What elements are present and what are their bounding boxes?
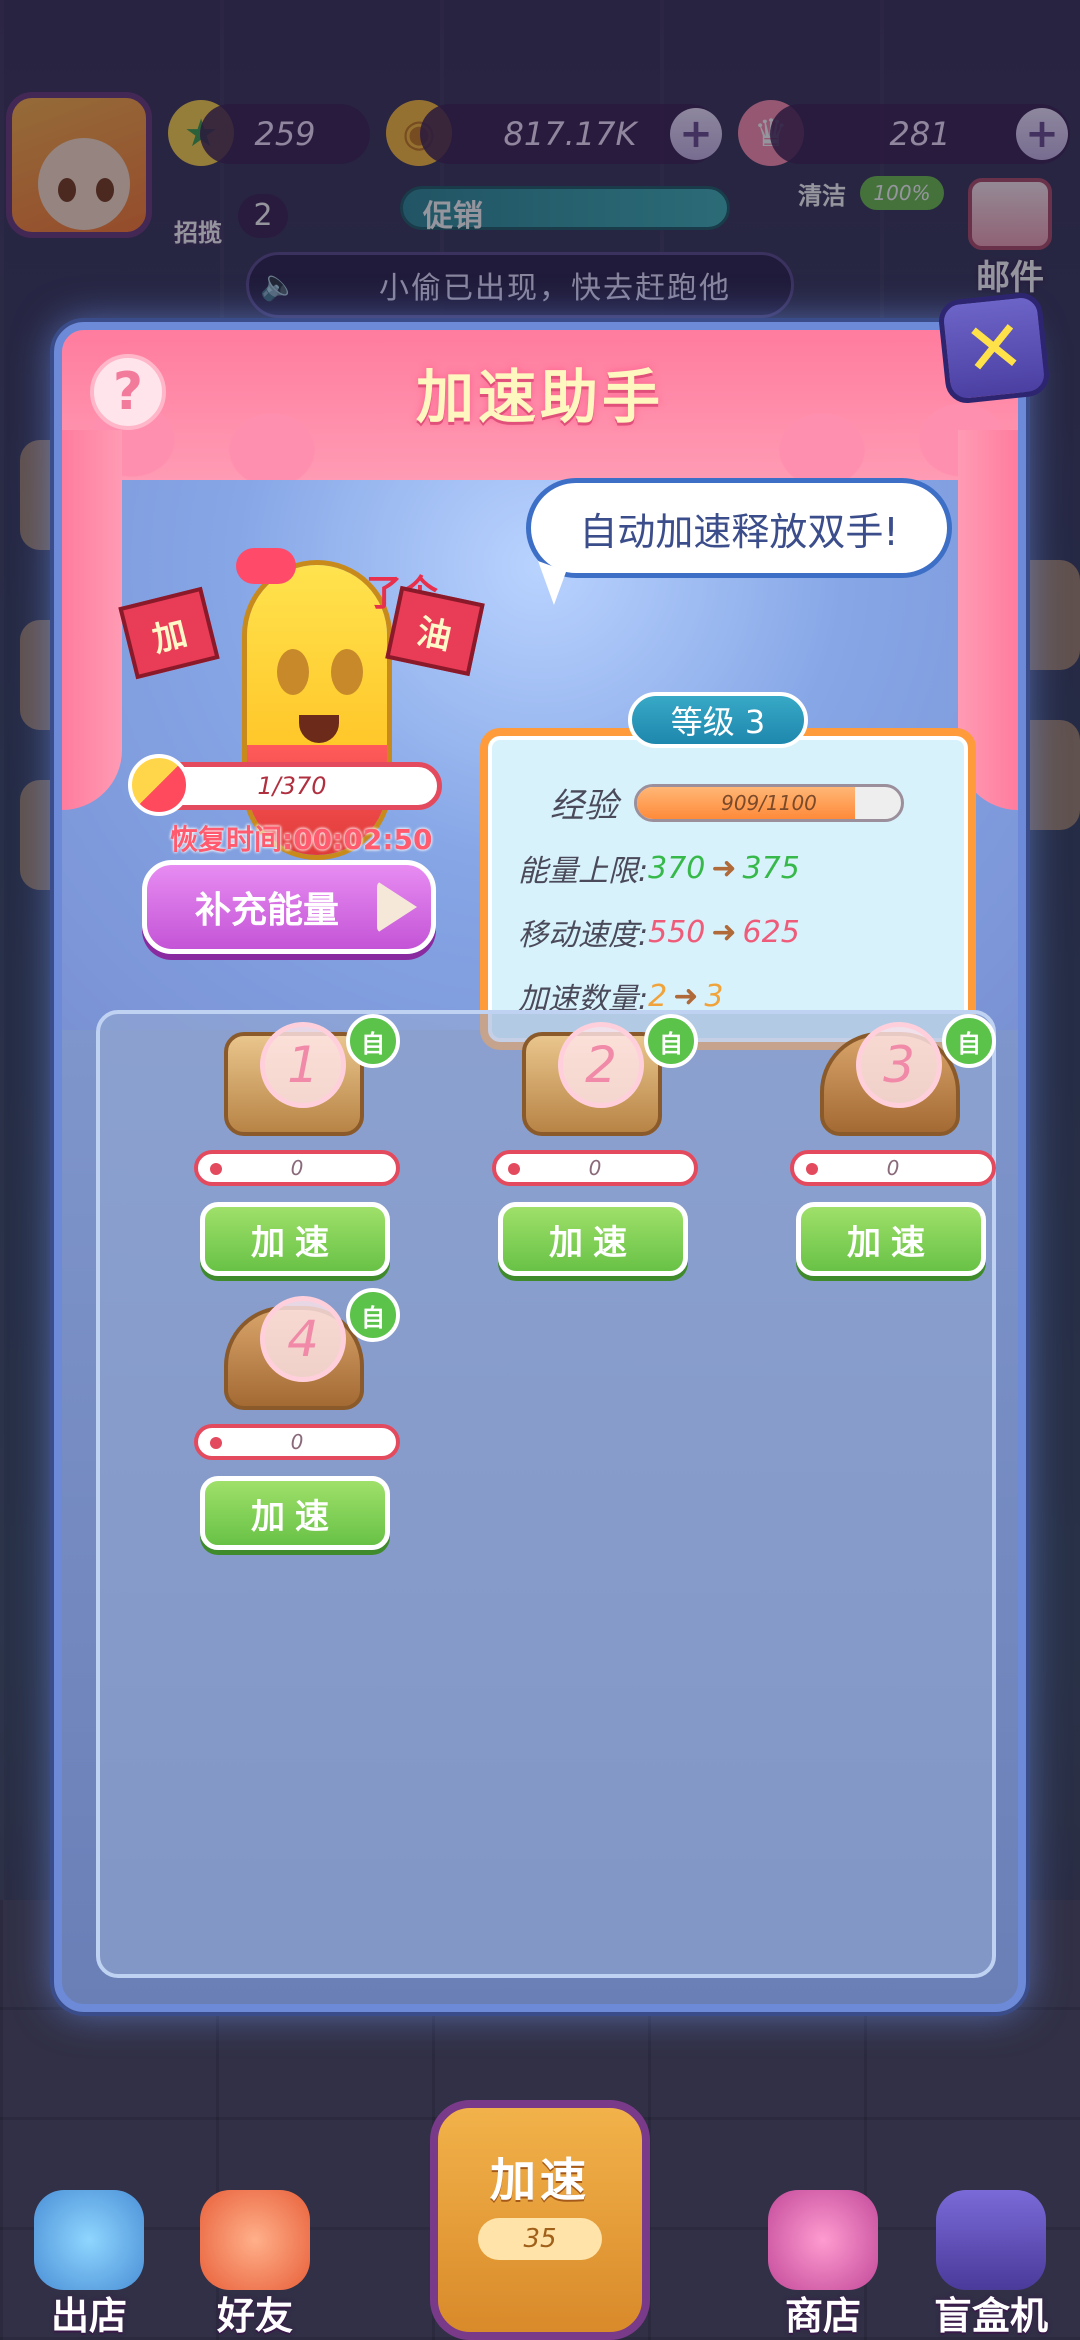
arrow-right-icon: ➜	[673, 978, 699, 1014]
bow-icon	[236, 548, 296, 584]
shop-icon	[768, 2190, 878, 2290]
slot-number: 3	[856, 1022, 942, 1108]
refill-energy-label: 补充能量	[195, 890, 340, 931]
speed-assistant-dialog: ? 加速助手 自动加速释放双手! 了个 加 油 1/370 恢复时间:00:02…	[54, 322, 1026, 2012]
vending-machine-icon	[936, 2190, 1046, 2290]
level-badge: 等级 3	[628, 692, 808, 748]
auto-badge[interactable]: 自	[942, 1014, 996, 1068]
slot-progress: 0	[194, 1150, 400, 1186]
worker-slot: 1 自 0 加速	[194, 1014, 400, 1276]
arrow-right-icon: ➜	[711, 914, 737, 950]
main-speed-up-button[interactable]: 加速 35	[430, 2100, 650, 2340]
slot-progress: 0	[492, 1150, 698, 1186]
exp-value: 909/1100	[721, 790, 817, 815]
speech-bubble: 自动加速释放双手!	[526, 478, 952, 578]
close-icon[interactable]: ✕	[936, 290, 1052, 406]
arrow-right-icon: ➜	[711, 850, 737, 886]
speed-up-count: 35	[478, 2218, 602, 2260]
curtain-left	[62, 430, 122, 810]
slot-number: 1	[260, 1022, 346, 1108]
energy-pill-icon	[128, 754, 190, 816]
dialog-title: 加速助手	[415, 363, 664, 431]
auto-badge[interactable]: 自	[346, 1014, 400, 1068]
exp-label: 经验	[550, 786, 618, 826]
auto-badge[interactable]: 自	[644, 1014, 698, 1068]
exp-progress-bar: 909/1100	[634, 783, 904, 822]
balloons-icon	[34, 2190, 144, 2290]
play-arrow-icon	[377, 881, 417, 933]
worker-slots-panel: 1 自 0 加速 2 自 0 加速 3 自 0 加速 4 自 0 加速	[96, 1010, 996, 1978]
slot-progress: 0	[194, 1424, 400, 1460]
slot-progress: 0	[790, 1150, 996, 1186]
energy-cap-row: 能量上限: 370 ➜ 375	[518, 850, 800, 890]
speed-up-button[interactable]: 加速	[498, 1202, 688, 1276]
refill-energy-button[interactable]: 补充能量	[142, 860, 436, 954]
worker-slot: 3 自 0 加速	[790, 1014, 996, 1276]
auto-badge[interactable]: 自	[346, 1288, 400, 1342]
leave-store-button[interactable]: 出店	[14, 2190, 164, 2340]
speed-up-button[interactable]: 加速	[200, 1202, 390, 1276]
recover-time: 恢复时间:00:02:50	[170, 823, 433, 856]
worker-slot: 2 自 0 加速	[492, 1014, 698, 1276]
worker-slot: 4 自 0 加速	[194, 1288, 400, 1550]
stats-panel: 经验 909/1100 能量上限: 370 ➜ 375 移动速度: 550 ➜ …	[480, 728, 976, 1050]
speed-up-button[interactable]: 加速	[200, 1476, 390, 1550]
slot-number: 2	[558, 1022, 644, 1108]
friends-icon	[200, 2190, 310, 2290]
friends-button[interactable]: 好友	[180, 2190, 330, 2340]
move-speed-row: 移动速度: 550 ➜ 625	[518, 914, 800, 954]
blind-box-button[interactable]: 盲盒机	[916, 2190, 1066, 2340]
speed-up-button[interactable]: 加速	[796, 1202, 986, 1276]
slot-number: 4	[260, 1296, 346, 1382]
shop-button[interactable]: 商店	[748, 2190, 898, 2340]
